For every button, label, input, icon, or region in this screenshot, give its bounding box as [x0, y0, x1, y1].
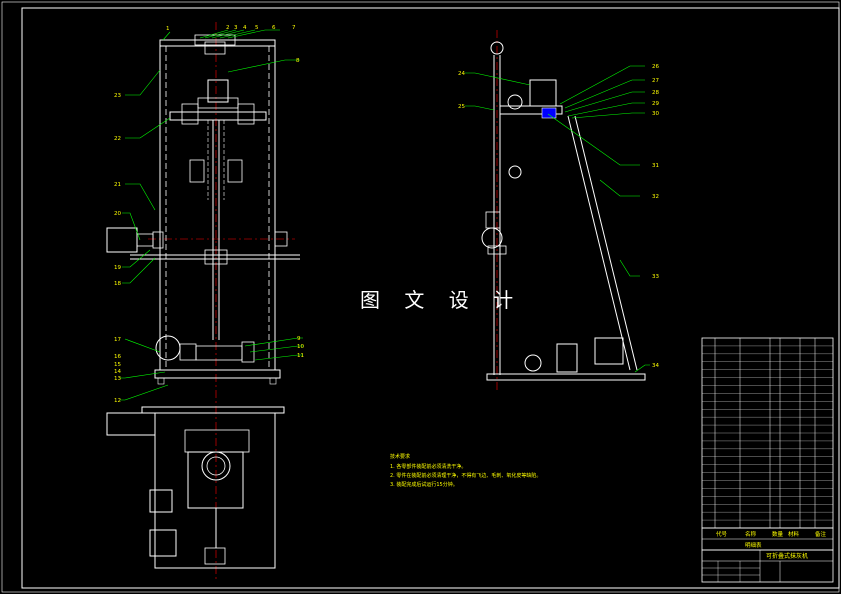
- label-3: 3: [234, 25, 238, 31]
- bom-footer: 代号 名称 数量 材料 备注 明细表: [716, 530, 827, 549]
- label-12: 12: [114, 398, 121, 404]
- bom-footer-code: 代号: [716, 530, 728, 538]
- watermark-text: 图 文 设 计: [360, 288, 523, 312]
- label-33: 33: [652, 274, 659, 280]
- label-25: 25: [458, 104, 465, 110]
- label-2: 2: [226, 25, 230, 31]
- label-17: 17: [114, 337, 121, 343]
- title-block-name: 可折叠式抹灰机: [766, 552, 808, 560]
- label-27: 27: [652, 78, 659, 84]
- label-9: 9: [297, 336, 301, 342]
- label-7: 7: [292, 25, 296, 31]
- label-11: 11: [297, 353, 304, 359]
- notes-line-1: 1. 各零部件装配前必须清洗干净。: [390, 463, 466, 470]
- label-5: 5: [255, 25, 259, 31]
- label-31: 31: [652, 163, 659, 169]
- label-23: 23: [114, 93, 121, 99]
- label-16: 16: [114, 354, 121, 360]
- notes-heading: 技术要求: [390, 453, 410, 460]
- label-8: 8: [296, 58, 300, 64]
- label-20: 20: [114, 211, 121, 217]
- front-view: [106, 22, 300, 580]
- label-30: 30: [652, 111, 659, 117]
- label-10: 10: [297, 344, 304, 350]
- bom-footer-qty: 数量: [772, 530, 784, 538]
- technical-notes: 技术要求 1. 各零部件装配前必须清洗干净。 2. 零件在装配前必须清理干净，不…: [390, 453, 541, 488]
- label-34: 34: [652, 363, 659, 369]
- bill-of-materials: 代号 名称 数量 材料 备注 明细表 可折叠式抹灰机: [701, 337, 834, 583]
- label-21: 21: [114, 182, 121, 188]
- label-29: 29: [652, 101, 659, 107]
- label-14: 14: [114, 369, 121, 375]
- bom-footer-material: 材料: [788, 530, 800, 538]
- label-1: 1: [166, 26, 170, 32]
- label-13: 13: [114, 376, 121, 382]
- side-view: [481, 30, 646, 390]
- bom-footer-name: 名称: [745, 530, 757, 538]
- label-19: 19: [114, 265, 121, 271]
- label-4: 4: [243, 25, 247, 31]
- notes-line-3: 3. 装配完成后试运行15分钟。: [390, 481, 458, 488]
- bom-footer-remark: 备注: [815, 530, 827, 538]
- label-18: 18: [114, 281, 121, 287]
- label-15: 15: [114, 362, 121, 368]
- label-24: 24: [458, 71, 465, 77]
- bom-caption: 明细表: [745, 541, 762, 549]
- label-28: 28: [652, 90, 659, 96]
- label-32: 32: [652, 194, 659, 200]
- label-6: 6: [272, 25, 276, 31]
- label-22: 22: [114, 136, 121, 142]
- label-26: 26: [652, 64, 659, 70]
- notes-line-2: 2. 零件在装配前必须清理干净，不得有飞边、毛刺、氧化皮等缺陷。: [390, 472, 541, 479]
